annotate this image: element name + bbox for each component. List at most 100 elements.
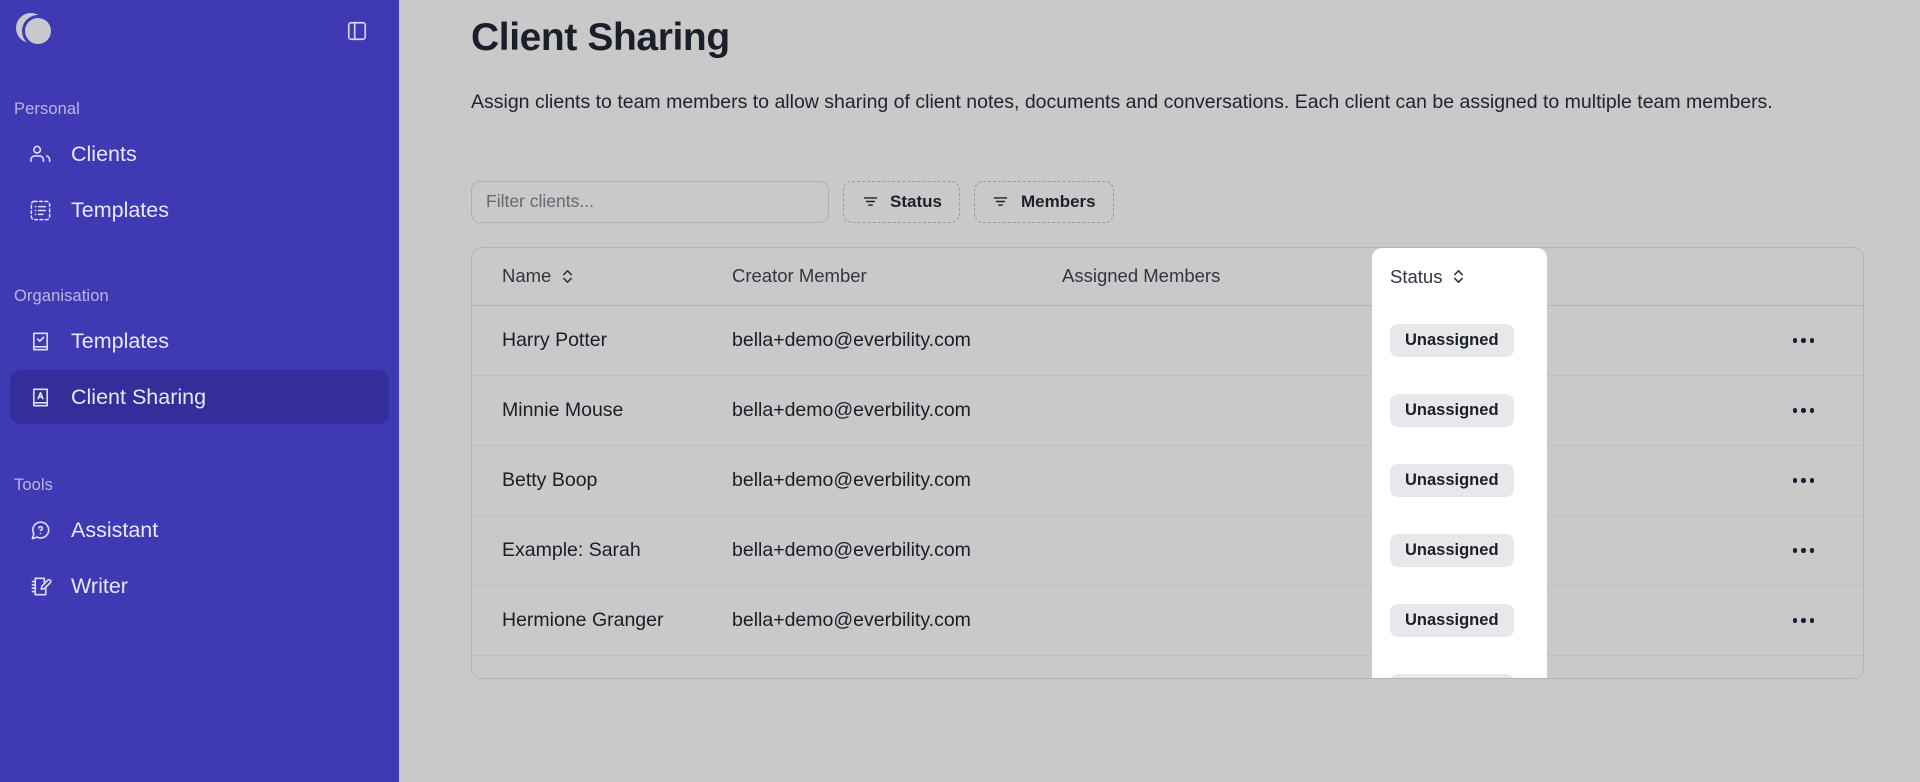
cell-actions [1742,306,1864,376]
list-dashed-icon [28,198,53,223]
table-row[interactable]: Harry Potter bella+demo@everbility.com [472,306,1864,376]
cell-status: Unassigned [1372,446,1547,516]
cell-creator-member: bella+demo@everbility.com [702,656,1032,679]
row-actions-menu-button[interactable] [1782,674,1826,679]
column-header-creator-member-label: Creator Member [732,265,867,286]
book-a-icon [28,385,53,410]
client-name: Hermione Granger [502,609,663,631]
sidebar-item-label: Writer [71,574,128,599]
search-input[interactable] [471,181,829,223]
filter-icon [992,193,1010,211]
status-badge[interactable]: Unassigned [1390,534,1514,567]
members-filter-button[interactable]: Members [974,181,1114,223]
column-header-name[interactable]: Name [472,248,702,306]
sidebar-item-label: Templates [71,198,169,223]
clients-table: Name Creator Member [472,248,1864,679]
row-actions-menu-button[interactable] [1782,534,1826,568]
row-actions-menu-button[interactable] [1782,394,1826,428]
panel-left-icon[interactable] [343,17,371,45]
sticky-status-column: Status Unassigned Unassigned Unassigned Una… [1372,248,1547,679]
client-name: Example: Sarah [502,539,641,561]
cell-name: Minnie Mouse [472,376,702,446]
column-header-actions [1742,248,1864,306]
column-header-assigned-members-label: Assigned Members [1062,265,1220,286]
cell-creator-member: bella+demo@everbility.com [702,446,1032,516]
cell-actions [1742,516,1864,586]
sidebar-group-tools: Tools Assistant [0,476,399,613]
sidebar-item-client-sharing[interactable]: Client Sharing [10,370,389,424]
creator-email: bella+demo@everbility.com [732,399,971,421]
column-header-status[interactable]: Status [1372,248,1547,306]
column-header-creator-member: Creator Member [702,248,1032,306]
cell-name: Mickey Mouse [472,656,702,679]
status-badge[interactable]: Unassigned [1390,394,1514,427]
cell-name: Hermione Granger [472,586,702,656]
sidebar-group-label-personal: Personal [0,100,399,119]
column-header-name-label: Name [502,265,551,287]
creator-email: bella+demo@everbility.com [732,329,971,351]
cell-actions [1742,656,1864,679]
row-actions-menu-button[interactable] [1782,324,1826,358]
table-header-row: Name Creator Member [472,248,1864,306]
status-filter-label: Status [890,192,942,212]
app-root: Personal Clients [0,0,1920,782]
cell-status: Unassigned [1372,586,1547,656]
users-icon [28,142,53,167]
notebook-pen-icon [28,574,53,599]
status-badge[interactable]: Unassigned [1390,324,1514,357]
filter-toolbar: Status Members [471,181,1872,223]
sidebar-item-label: Clients [71,142,137,167]
cell-actions [1742,446,1864,516]
table-body: Harry Potterbella+demo@everbility.comMin… [472,306,1864,679]
logo-circle-small [25,18,51,44]
cell-status: Unassigned [1372,656,1547,679]
table-row[interactable]: Minnie Mouse bella+demo@everbility.com [472,376,1864,446]
sidebar-item-label: Assistant [71,518,158,543]
sidebar-group-organisation: Organisation Templates [0,287,399,424]
sidebar-group-label-organisation: Organisation [0,287,399,306]
sidebar-group-label-tools: Tools [0,476,399,495]
row-actions-menu-button[interactable] [1782,464,1826,498]
status-filter-button[interactable]: Status [843,181,960,223]
sidebar-group-personal: Personal Clients [0,100,399,237]
table-row[interactable]: Betty Boopbella+demo@everbility.com [472,446,1864,516]
cell-status: Unassigned [1372,516,1547,586]
cell-creator-member: bella+demo@everbility.com [702,306,1032,376]
cell-name: Betty Boop [472,446,702,516]
cell-status: Unassigned [1372,306,1547,376]
cell-creator-member: bella+demo@everbility.com [702,376,1032,446]
cell-creator-member: bella+demo@everbility.com [702,586,1032,656]
cell-name: Harry Potter [472,306,702,376]
page-description: Assign clients to team members to allow … [471,87,1811,119]
main-content: Client Sharing Assign clients to team me… [399,0,1920,782]
client-name: Minnie Mouse [502,399,623,421]
column-header-status-label: Status [1390,266,1442,288]
everbility-logo[interactable] [14,11,60,51]
sidebar-item-templates-org[interactable]: Templates [10,314,389,368]
members-filter-label: Members [1021,192,1096,212]
sort-chevron-icon [560,267,574,285]
sidebar-item-writer[interactable]: Writer [10,559,389,613]
table-head: Name Creator Member [472,248,1864,306]
sidebar-item-label: Templates [71,329,169,354]
cell-creator-member: bella+demo@everbility.com [702,516,1032,586]
table-row[interactable]: Hermione Granger bella+demo@everbility.co… [472,586,1864,656]
row-actions-menu-button[interactable] [1782,604,1826,638]
sidebar-item-label: Client Sharing [71,385,206,410]
table-row[interactable]: Example: Sarah bella+demo@everbility.com [472,516,1864,586]
page-title: Client Sharing [471,16,1872,60]
clients-table-container: Name Creator Member [471,247,1864,679]
status-badge[interactable]: Unassigned [1390,464,1514,497]
cell-status: Unassigned [1372,376,1547,446]
sort-chevron-icon [1451,268,1465,286]
sidebar-item-clients[interactable]: Clients [10,127,389,181]
status-badge[interactable]: Unassigned [1390,604,1514,637]
creator-email: bella+demo@everbility.com [732,609,971,631]
sidebar-item-assistant[interactable]: Assistant [10,503,389,557]
message-question-icon [28,518,53,543]
book-check-icon [28,329,53,354]
table-row[interactable]: Mickey Mousebella+demo@everbility.com [472,656,1864,679]
cell-actions [1742,586,1864,656]
sidebar-item-templates-personal[interactable]: Templates [10,183,389,237]
cell-actions [1742,376,1864,446]
